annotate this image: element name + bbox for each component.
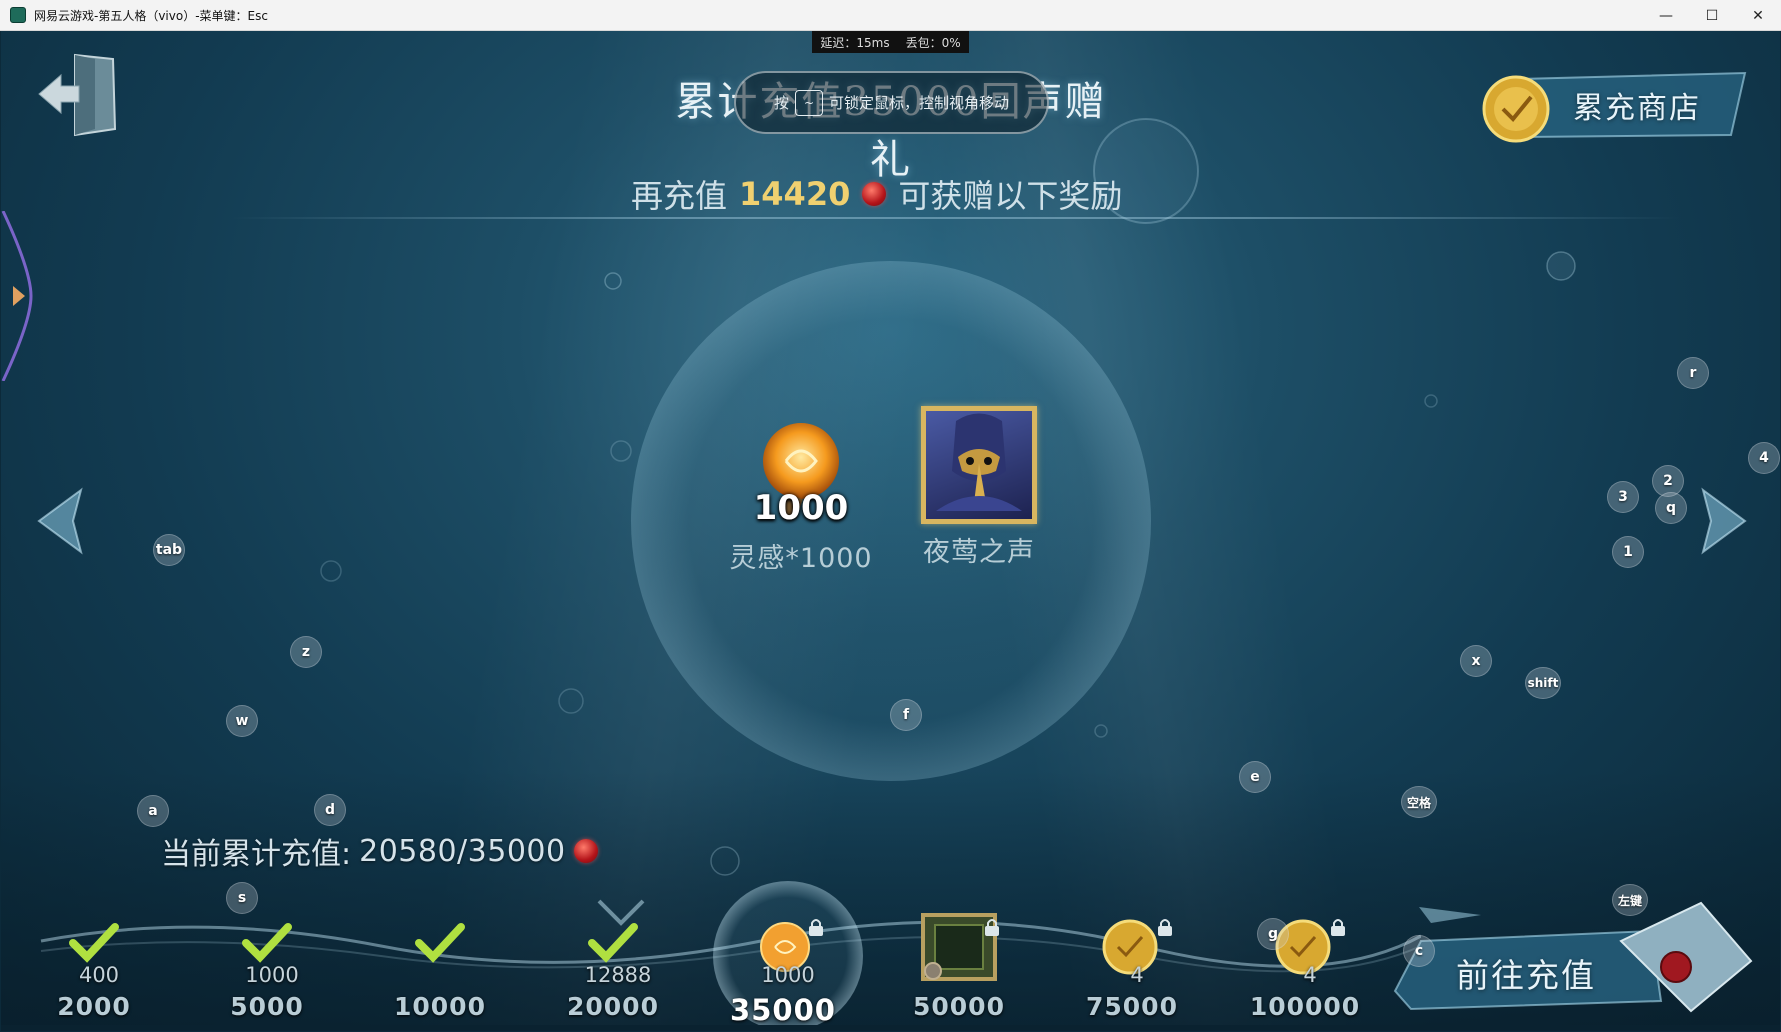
check-icon <box>242 923 292 963</box>
mouse-lock-hint: 按 ~ 可锁定鼠标，控制视角移动 <box>734 71 1049 134</box>
minimize-button[interactable]: — <box>1643 0 1689 31</box>
keyhint-space[interactable]: 空格 <box>1401 786 1437 818</box>
network-status: 延迟：15ms 丢包：0% <box>812 31 969 53</box>
chevron-right-icon <box>13 286 25 306</box>
keyhint-e[interactable]: e <box>1239 761 1271 793</box>
tier-quantity: 12888 <box>584 963 652 987</box>
tier-quantity: 4 <box>1303 963 1317 987</box>
current-total-value: 20580/35000 <box>359 833 566 869</box>
maximize-button[interactable]: ☐ <box>1689 0 1735 31</box>
exit-icon[interactable] <box>35 49 119 139</box>
go-recharge-button[interactable]: 前往充值 <box>1391 901 1771 1031</box>
tier-threshold: 2000 <box>57 992 131 1021</box>
bottom-edge <box>1 1025 1780 1031</box>
keyhint-3[interactable]: 3 <box>1607 481 1639 513</box>
reward-bubble <box>631 261 1151 781</box>
inspiration-reward-name: 灵感*1000 <box>729 543 873 574</box>
tier-quantity: 400 <box>78 963 120 987</box>
tier-item-current[interactable]: 1000 35000 <box>713 881 863 1031</box>
tier-item[interactable]: 1000 5000 <box>207 911 327 1031</box>
recharge-prefix: 再充值 <box>631 177 728 215</box>
keyhint-s[interactable]: s <box>226 882 258 914</box>
tier-quantity: 4 <box>1130 963 1144 987</box>
tier-threshold: 35000 <box>730 993 836 1027</box>
lock-icon <box>1331 919 1345 936</box>
tier-item[interactable]: 12888 20000 <box>553 911 673 1031</box>
masked-figure-icon <box>936 413 1022 511</box>
current-total-label: 当前累计充值: <box>161 837 352 872</box>
title-bar: 网易云游戏-第五人格（vivo）-菜单键：Esc — ☐ ✕ <box>0 0 1781 31</box>
keyhint-tab[interactable]: tab <box>153 534 185 566</box>
tier-threshold: 5000 <box>230 992 304 1021</box>
previous-arrow-icon[interactable] <box>33 486 93 556</box>
keyhint-4[interactable]: 4 <box>1748 442 1780 474</box>
side-drawer-tab[interactable] <box>1 211 41 381</box>
check-icon <box>588 923 638 963</box>
lock-icon <box>985 919 999 936</box>
check-icon <box>69 923 119 963</box>
tier-threshold: 10000 <box>394 992 486 1021</box>
lock-icon <box>809 919 823 936</box>
keyhint-r[interactable]: r <box>1677 357 1709 389</box>
tilde-key-icon: ~ <box>795 89 823 116</box>
keyhint-x[interactable]: x <box>1460 645 1492 677</box>
tier-threshold: 100000 <box>1249 992 1361 1021</box>
keyhint-left-click[interactable]: 左键 <box>1612 884 1648 916</box>
reward-inspiration[interactable]: 1000 灵感*1000 <box>716 416 886 575</box>
recharge-amount: 14420 <box>739 175 851 213</box>
app-icon <box>10 7 26 23</box>
latency-text: 延迟：15ms <box>820 35 890 50</box>
inspiration-count: 1000 <box>753 488 849 528</box>
next-arrow-icon[interactable] <box>1691 486 1751 556</box>
echo-currency-icon <box>573 839 598 863</box>
keyhint-q[interactable]: q <box>1655 492 1687 524</box>
tier-item[interactable]: 400 2000 <box>34 911 154 1031</box>
recharge-shop-button[interactable]: 累充商店 <box>1481 65 1751 143</box>
game-window: 网易云游戏-第五人格（vivo）-菜单键：Esc — ☐ ✕ 延迟：15ms 丢… <box>0 0 1781 1032</box>
check-icon <box>415 923 465 963</box>
game-viewport[interactable]: 延迟：15ms 丢包：0% 累计充值35000回声赠礼 按 ~ 可锁定鼠标，控制… <box>1 31 1780 1031</box>
tier-item[interactable]: 50000 <box>899 911 1019 1031</box>
keyhint-z[interactable]: z <box>290 636 322 668</box>
tier-threshold: 75000 <box>1086 992 1178 1021</box>
tier-threshold: 50000 <box>913 992 1005 1021</box>
close-button[interactable]: ✕ <box>1735 0 1781 31</box>
recharge-needed-line: 再充值 14420 可获赠以下奖励 <box>631 169 1171 219</box>
keyhint-shift[interactable]: shift <box>1525 667 1561 699</box>
tier-quantity: 1000 <box>245 963 299 987</box>
lock-icon <box>1158 919 1172 936</box>
recharge-suffix: 可获赠以下奖励 <box>898 177 1123 215</box>
keyhint-g[interactable]: g <box>1257 918 1289 950</box>
tier-item[interactable]: 4 75000 <box>1072 911 1192 1031</box>
keyhint-c[interactable]: c <box>1403 935 1435 967</box>
tier-quantity: 1000 <box>761 963 815 987</box>
header-divider <box>231 217 1681 219</box>
keyhint-w[interactable]: w <box>226 705 258 737</box>
tier-item[interactable]: 10000 <box>380 911 500 1031</box>
keyhint-a[interactable]: a <box>137 795 169 827</box>
hint-prefix: 按 <box>773 94 789 112</box>
window-title: 网易云游戏-第五人格（vivo）-菜单键：Esc <box>34 8 268 23</box>
keyhint-f[interactable]: f <box>890 699 922 731</box>
nightingale-reward-name: 夜莺之声 <box>923 537 1035 568</box>
echo-currency-icon <box>862 182 887 206</box>
keyhint-1[interactable]: 1 <box>1612 536 1644 568</box>
hint-text: 可锁定鼠标，控制视角移动 <box>829 94 1010 112</box>
go-recharge-label: 前往充值 <box>1456 956 1596 995</box>
reward-nightingale-portrait[interactable]: 夜莺之声 <box>894 406 1064 569</box>
nightingale-portrait-frame <box>921 406 1037 524</box>
keyhint-d[interactable]: d <box>314 794 346 826</box>
packet-loss-text: 丢包：0% <box>905 35 961 50</box>
shop-button-label: 累充商店 <box>1573 91 1701 126</box>
tier-threshold: 20000 <box>567 992 659 1021</box>
current-total: 当前累计充值: 20580/35000 <box>161 829 598 873</box>
